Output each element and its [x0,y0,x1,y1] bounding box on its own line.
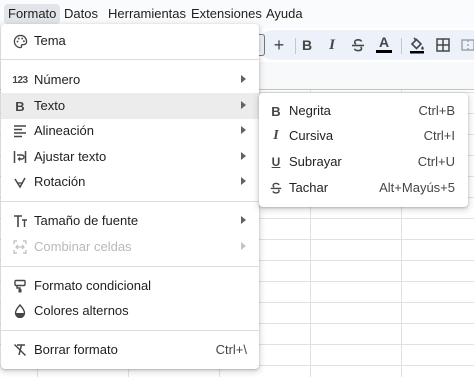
italic-icon[interactable]: I [321,34,343,56]
toolbar: + B I A [257,30,474,60]
submenu-arrow-icon [241,101,246,109]
submenu-item-negrita[interactable]: B Negrita Ctrl+B [259,98,468,124]
shortcut-label: Ctrl+B [418,103,455,118]
rotation-icon [11,173,29,191]
underline-icon: U [271,155,281,169]
submenu-arrow-icon [241,177,246,185]
menu-extensiones[interactable]: Extensiones [187,4,266,24]
menu-item-tamano-fuente[interactable]: Tamaño de fuente [1,208,259,234]
clear-format-icon [11,341,29,359]
menu-datos[interactable]: Datos [60,4,102,24]
shortcut-label: Alt+Mayús+5 [379,180,455,195]
bold-icon: B [271,103,281,119]
italic-icon: I [273,128,279,143]
bold-icon: B [15,98,25,114]
shortcut-label: Ctrl+\ [215,342,247,357]
strikethrough-icon[interactable] [347,34,369,56]
menu-item-ajustar-texto[interactable]: Ajustar texto [1,144,259,170]
submenu-arrow-icon [241,242,246,250]
menu-divider [1,266,259,267]
toolbar-divider [401,38,402,54]
menu-item-texto[interactable]: B Texto [1,93,259,119]
menu-item-alineacion[interactable]: Alineación [1,118,259,144]
conditional-format-icon [11,277,29,295]
shortcut-label: Ctrl+U [417,154,455,169]
bold-icon[interactable]: B [296,34,318,56]
palette-icon [11,32,29,50]
merge-icon[interactable] [457,34,474,56]
menu-ayuda[interactable]: Ayuda [262,4,307,24]
menu-item-label: Número [34,72,81,87]
menu-item-label: Combinar celdas [34,239,132,254]
menu-item-tema[interactable]: Tema [1,28,259,54]
submenu-item-tachar[interactable]: Tachar Alt+Mayús+5 [259,175,468,201]
menu-item-combinar-celdas: Combinar celdas [1,234,259,260]
text-submenu: B Negrita Ctrl+B I Cursiva Ctrl+I U Subr… [259,93,468,207]
submenu-item-subrayar[interactable]: U Subrayar Ctrl+U [259,149,468,175]
submenu-item-cursiva[interactable]: I Cursiva Ctrl+I [259,123,468,149]
fill-color-icon[interactable] [406,34,428,56]
menu-formato[interactable]: Formato [4,4,61,24]
format-menu: Tema 123 Número B Texto Alineación Ajust… [1,24,259,369]
plus-glyph: + [273,35,285,55]
submenu-arrow-icon [241,152,246,160]
submenu-arrow-icon [241,216,246,224]
submenu-item-label: Subrayar [289,154,342,169]
menu-item-label: Ajustar texto [34,149,107,164]
menu-item-label: Formato condicional [34,278,152,293]
menu-divider [1,330,259,331]
menu-item-rotacion[interactable]: Rotación [1,169,259,195]
menu-item-label: Tema [34,33,66,48]
align-icon [11,122,29,140]
wrap-text-icon [11,148,29,166]
menu-item-label: Texto [34,98,66,113]
menu-item-colores-alternos[interactable]: Colores alternos [1,298,259,324]
shortcut-label: Ctrl+I [423,128,455,143]
menu-item-label: Colores alternos [34,303,129,318]
menu-item-label: Tamaño de fuente [34,213,139,228]
submenu-item-label: Cursiva [289,128,334,143]
menu-item-label: Borrar formato [34,342,118,357]
merge-cells-icon [11,238,29,256]
strikethrough-icon [267,179,285,197]
menu-herramientas[interactable]: Herramientas [104,4,190,24]
italic-glyph: I [329,36,335,53]
menu-item-borrar-formato[interactable]: Borrar formato Ctrl+\ [1,337,259,363]
number-format-icon: 123 [12,74,28,86]
plus-icon[interactable]: + [268,34,290,56]
text-color-swatch [376,50,392,53]
submenu-arrow-icon [241,75,246,83]
bold-glyph: B [301,37,313,53]
borders-icon[interactable] [432,34,454,56]
text-color-icon[interactable]: A [373,34,395,56]
submenu-item-label: Tachar [289,180,329,195]
alternating-colors-icon [11,302,29,320]
menu-divider [1,201,259,202]
menu-item-formato-condicional[interactable]: Formato condicional [1,273,259,299]
menu-item-label: Alineación [34,123,94,138]
text-color-glyph: A [378,34,390,50]
menu-divider [1,59,259,60]
submenu-item-label: Negrita [289,103,331,118]
submenu-arrow-icon [241,126,246,134]
menu-item-numero[interactable]: 123 Número [1,67,259,93]
font-size-icon [11,212,29,230]
menu-item-label: Rotación [34,174,86,189]
